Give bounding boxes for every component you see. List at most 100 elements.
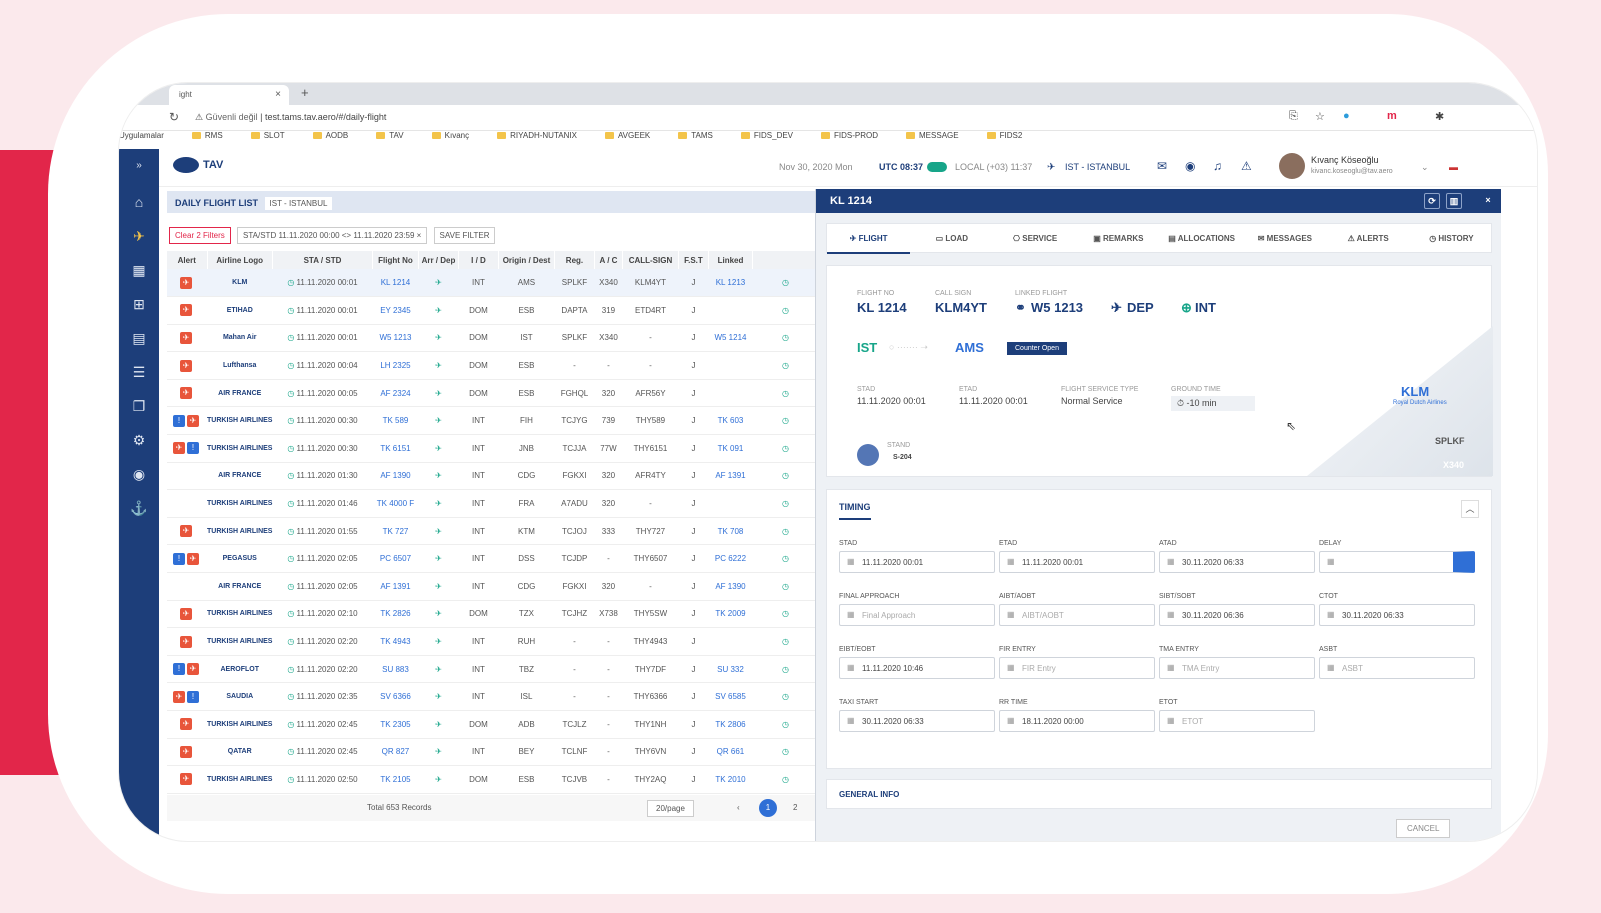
timing-input[interactable]: 11.11.2020 10:46 (839, 657, 995, 679)
flight-icon[interactable]: ✈ (130, 227, 148, 245)
bookmark-item[interactable]: RIYADH-NUTANIX (497, 131, 591, 140)
flight-alert-icon[interactable]: ✈ (173, 442, 185, 455)
extension-m-icon[interactable]: m (1387, 110, 1397, 122)
tab-allocations[interactable]: ▤ ALLOCATIONS (1160, 224, 1243, 254)
tab-history[interactable]: ◷ HISTORY (1410, 224, 1493, 254)
tab-flight[interactable]: ✈ FLIGHT (827, 224, 911, 254)
table-row[interactable]: ✈ TURKISH AIRLINES ◷ 11.11.2020 02:10 TK 28… (167, 600, 819, 629)
table-row[interactable]: ✈! TURKISH AIRLINES ◷ 11.11.2020 00:30 TK 6… (167, 434, 819, 463)
database-icon[interactable]: ◉ (130, 465, 148, 483)
close-icon[interactable]: × (1480, 193, 1496, 209)
table-row[interactable]: ✈ TURKISH AIRLINES ◷ 11.11.2020 02:45 TK 23… (167, 710, 819, 739)
tab-remarks[interactable]: ▣ REMARKS (1077, 224, 1160, 254)
table-row[interactable]: ! ✈ AEROFLOT ◷ 11.11.2020 02:20 SU 883 ✈ INT TB… (167, 655, 819, 684)
refresh-icon[interactable]: ⟳ (1424, 193, 1440, 209)
timing-input[interactable]: AIBT/AOBT (999, 604, 1155, 626)
table-row[interactable]: ✈ Mahan Air ◷ 11.11.2020 00:01 W5 1213 ✈ DOM I… (167, 324, 819, 353)
timing-input[interactable]: 11.11.2020 00:01 (839, 551, 995, 573)
column-header[interactable]: A / C (594, 251, 623, 269)
info-alert-icon[interactable]: ! (173, 663, 185, 676)
general-info-section[interactable]: GENERAL INFO (826, 779, 1492, 809)
flight-alert-icon[interactable]: ✈ (180, 304, 192, 317)
url-field[interactable]: ⚠ Güvenli değil | test.tams.tav.aero/#/d… (195, 112, 386, 123)
flight-alert-icon[interactable]: ✈ (180, 607, 192, 620)
timing-input[interactable]: Final Approach (839, 604, 995, 626)
page-2-button[interactable]: 2 (793, 803, 797, 812)
bookmark-item[interactable]: RMS (191, 131, 237, 140)
bookmark-item[interactable]: MESSAGE (906, 131, 973, 140)
gantt-icon[interactable]: ☰ (130, 363, 148, 381)
flight-alert-icon[interactable]: ✈ (180, 745, 192, 758)
table-row[interactable]: ✈ ETIHAD ◷ 11.11.2020 00:01 EY 2345 ✈ DOM ESB D… (167, 296, 819, 325)
date-filter-chip[interactable]: STA/STD 11.11.2020 00:00 <> 11.11.2020 2… (237, 227, 428, 244)
timing-input[interactable]: 18.11.2020 00:00 (999, 710, 1155, 732)
page-1-button[interactable]: 1 (759, 799, 777, 817)
flight-alert-icon[interactable]: ✈ (173, 690, 185, 703)
book-icon[interactable]: ❐ (130, 397, 148, 415)
column-header[interactable]: CALL-SIGN (622, 251, 679, 269)
flight-alert-icon[interactable]: ✈ (187, 663, 199, 676)
home-icon[interactable]: ⌂ (130, 193, 148, 211)
flight-alert-icon[interactable]: ✈ (187, 414, 199, 427)
browser-tab[interactable]: ight × (169, 85, 289, 105)
star-icon[interactable]: ☆ (1315, 110, 1325, 123)
utc-local-toggle[interactable] (927, 161, 947, 172)
table-row[interactable]: ! ✈ TURKISH AIRLINES ◷ 11.11.2020 00:30 TK 5… (167, 406, 819, 436)
bookmark-item[interactable]: Uygulamalar (119, 131, 178, 140)
prev-page-icon[interactable]: ‹ (737, 803, 740, 812)
database-icon[interactable]: ◉ (1185, 159, 1195, 173)
flight-alert-icon[interactable]: ✈ (180, 525, 192, 538)
info-alert-icon[interactable]: ! (187, 442, 199, 455)
flag-icon[interactable]: ▬ (1449, 162, 1458, 172)
new-tab-icon[interactable]: + (301, 85, 309, 100)
bookmark-item[interactable]: AVGEEK (604, 131, 664, 140)
flight-alert-icon[interactable]: ✈ (180, 276, 192, 289)
table-row[interactable]: ✈ QATAR ◷ 11.11.2020 02:45 QR 827 ✈ INT BEY TCL… (167, 738, 819, 767)
flight-alert-icon[interactable]: ✈ (180, 773, 192, 786)
info-alert-icon[interactable]: ! (173, 414, 185, 427)
table-row[interactable]: ✈ TURKISH AIRLINES ◷ 11.11.2020 02:50 TK 21… (167, 765, 819, 794)
warning-icon[interactable]: ⚠ (1241, 159, 1252, 173)
bookmark-item[interactable]: TAV (376, 131, 417, 140)
org-icon[interactable]: ⚓ (130, 499, 148, 517)
bookmark-item[interactable]: Kıvanç (431, 131, 483, 140)
puzzle-icon[interactable]: ✱ (1435, 110, 1444, 123)
flight-alert-icon[interactable]: ✈ (180, 635, 192, 648)
cancel-button[interactable]: CANCEL (1396, 819, 1451, 838)
column-header[interactable]: Linked (708, 251, 753, 269)
linked-flight[interactable]: W5 1213 (1031, 300, 1083, 315)
gear-icon[interactable]: ⚙ (130, 431, 148, 449)
bell-icon[interactable]: ♫ (1213, 159, 1222, 173)
translate-icon[interactable]: ⎘ (1289, 110, 1298, 123)
column-header[interactable]: Airline Logo (207, 251, 273, 269)
column-header[interactable]: Flight No (372, 251, 419, 269)
table-row[interactable]: ✈ AIR FRANCE ◷ 11.11.2020 00:05 AF 2324 ✈ DOM… (167, 379, 819, 408)
timing-input[interactable]: ETOT (1159, 710, 1315, 732)
calendar-icon[interactable]: ▦ (130, 261, 148, 279)
extension-icon[interactable]: ● (1343, 110, 1350, 122)
timing-input[interactable]: ASBT (1319, 657, 1475, 679)
table-row[interactable]: ! ✈ PEGASUS ◷ 11.11.2020 02:05 PC 6507 ✈ INT DS… (167, 544, 819, 574)
chevron-down-icon[interactable]: ⌄ (1421, 162, 1429, 173)
table-row[interactable]: ✈! SAUDIA ◷ 11.11.2020 02:35 SV 6366 ✈ INT ISL… (167, 682, 819, 711)
timing-input[interactable]: 30.11.2020 06:33 (1319, 604, 1475, 626)
flight-alert-icon[interactable]: ✈ (180, 331, 192, 344)
column-header[interactable]: Reg. (554, 251, 595, 269)
expand-icon[interactable]: » (130, 157, 148, 175)
timing-input[interactable]: 30.11.2020 06:33 (839, 710, 995, 732)
hierarchy-icon[interactable]: ⊞ (130, 295, 148, 313)
avatar[interactable] (1279, 153, 1305, 179)
column-header[interactable]: STA / STD (272, 251, 373, 269)
table-row[interactable]: ✈ KLM ◷ 11.11.2020 00:01 KL 1214 ✈ INT AMS SPLK… (167, 269, 819, 298)
bookmark-item[interactable]: SLOT (250, 131, 299, 140)
trash-icon[interactable]: ▥ (1446, 193, 1462, 209)
table-row[interactable]: ✈ Lufthansa ◷ 11.11.2020 00:04 LH 2325 ✈ DOM E… (167, 351, 819, 380)
mail-icon[interactable]: ✉ (1157, 159, 1167, 173)
airport-selector[interactable]: IST - ISTANBUL (1065, 162, 1130, 172)
bookmark-item[interactable]: FIDS-PROD (821, 131, 892, 140)
bookmark-item[interactable]: FIDS_DEV (740, 131, 807, 140)
timing-input[interactable] (1319, 551, 1475, 573)
table-row[interactable]: ✈ TURKISH AIRLINES ◷ 11.11.2020 02:20 TK 49… (167, 627, 819, 656)
table-row[interactable]: TURKISH AIRLINES ◷ 11.11.2020 01:46 TK 400… (167, 489, 819, 518)
timing-input[interactable]: 30.11.2020 06:33 (1159, 551, 1315, 573)
